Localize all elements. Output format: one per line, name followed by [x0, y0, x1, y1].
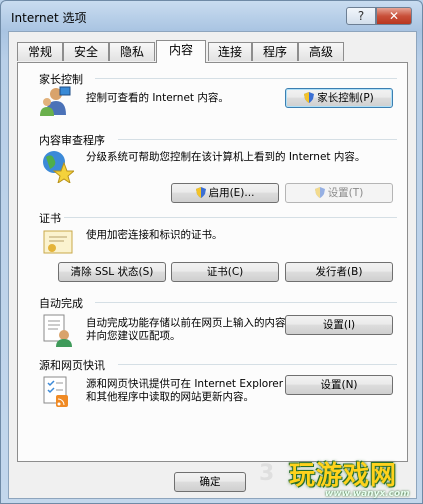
tab-content[interactable]: 内容 — [156, 40, 206, 63]
tab-connections[interactable]: 连接 — [208, 42, 252, 61]
title-bar[interactable]: Internet 选项 ? ✕ — [1, 1, 422, 31]
content-advisor-heading: 内容审查程序 — [39, 134, 105, 147]
feeds-icon — [43, 376, 68, 407]
clear-ssl-state-button[interactable]: 清除 SSL 状态(S) — [58, 262, 166, 282]
parental-controls-button-label: 家长控制(P) — [317, 92, 374, 104]
tab-general[interactable]: 常规 — [17, 42, 63, 61]
content-tab-panel: 家长控制 控制可查看的 Internet 内容。 家长控制(P) 内容审查程序 … — [17, 62, 408, 462]
certificates-description: 使用加密连接和标识的证书。 — [86, 229, 223, 241]
separator — [118, 139, 397, 140]
help-button[interactable]: ? — [346, 7, 376, 25]
separator — [64, 217, 397, 218]
publishers-button[interactable]: 发行者(B) — [285, 262, 393, 282]
watermark-digit: 3 — [259, 461, 275, 486]
enable-button-label: 启用(E)... — [208, 187, 255, 199]
uac-shield-icon — [304, 92, 315, 103]
autocomplete-icon — [43, 314, 72, 347]
autocomplete-settings-button[interactable]: 设置(I) — [285, 315, 393, 335]
content-advisor-description: 分级系统可帮助您控制在该计算机上看到的 Internet 内容。 — [86, 151, 366, 163]
enable-content-advisor-button[interactable]: 启用(E)... — [171, 183, 279, 203]
certificates-heading: 证书 — [39, 212, 61, 225]
parental-controls-description: 控制可查看的 Internet 内容。 — [86, 92, 229, 104]
separator — [118, 364, 397, 365]
settings-button-label: 设置(T) — [327, 187, 364, 199]
ok-button[interactable]: 确定 — [174, 472, 246, 492]
internet-options-dialog: Internet 选项 ? ✕ 常规 安全 隐私 内容 连接 程序 高级 家长控… — [0, 0, 423, 504]
content-advisor-settings-button[interactable]: 设置(T) — [285, 183, 393, 203]
autocomplete-description: 自动完成功能存储以前在网页上输入的内容并向您建议匹配项。 — [86, 317, 286, 342]
feeds-heading: 源和网页快讯 — [39, 359, 105, 372]
separator — [95, 78, 397, 79]
tab-privacy[interactable]: 隐私 — [109, 42, 155, 61]
parental-controls-button[interactable]: 家长控制(P) — [285, 88, 393, 108]
autocomplete-heading: 自动完成 — [39, 297, 83, 310]
tab-programs[interactable]: 程序 — [252, 42, 298, 61]
tab-advanced[interactable]: 高级 — [298, 42, 344, 61]
watermark-url: www.wanyx.com — [325, 489, 410, 499]
close-button[interactable]: ✕ — [376, 7, 412, 25]
feeds-settings-button[interactable]: 设置(N) — [285, 375, 393, 395]
window-title: Internet 选项 — [11, 11, 87, 25]
feeds-description: 源和网页快讯提供可在 Internet Explorer 和其他程序中读取的网站… — [86, 378, 284, 403]
tab-security[interactable]: 安全 — [63, 42, 109, 61]
separator — [95, 302, 397, 303]
site-watermark: 3 玩游戏网 www.wanyx.com — [259, 453, 419, 503]
watermark-logo-text: 玩游戏网 — [289, 461, 398, 491]
uac-shield-icon — [314, 187, 325, 198]
certificate-icon — [43, 230, 73, 254]
uac-shield-icon — [195, 187, 206, 198]
content-advisor-icon — [43, 151, 74, 183]
parental-controls-icon — [40, 86, 71, 116]
dialog-body: 常规 安全 隐私 内容 连接 程序 高级 家长控制 控制可查看的 Interne… — [8, 31, 417, 499]
certificates-button[interactable]: 证书(C) — [171, 262, 279, 282]
